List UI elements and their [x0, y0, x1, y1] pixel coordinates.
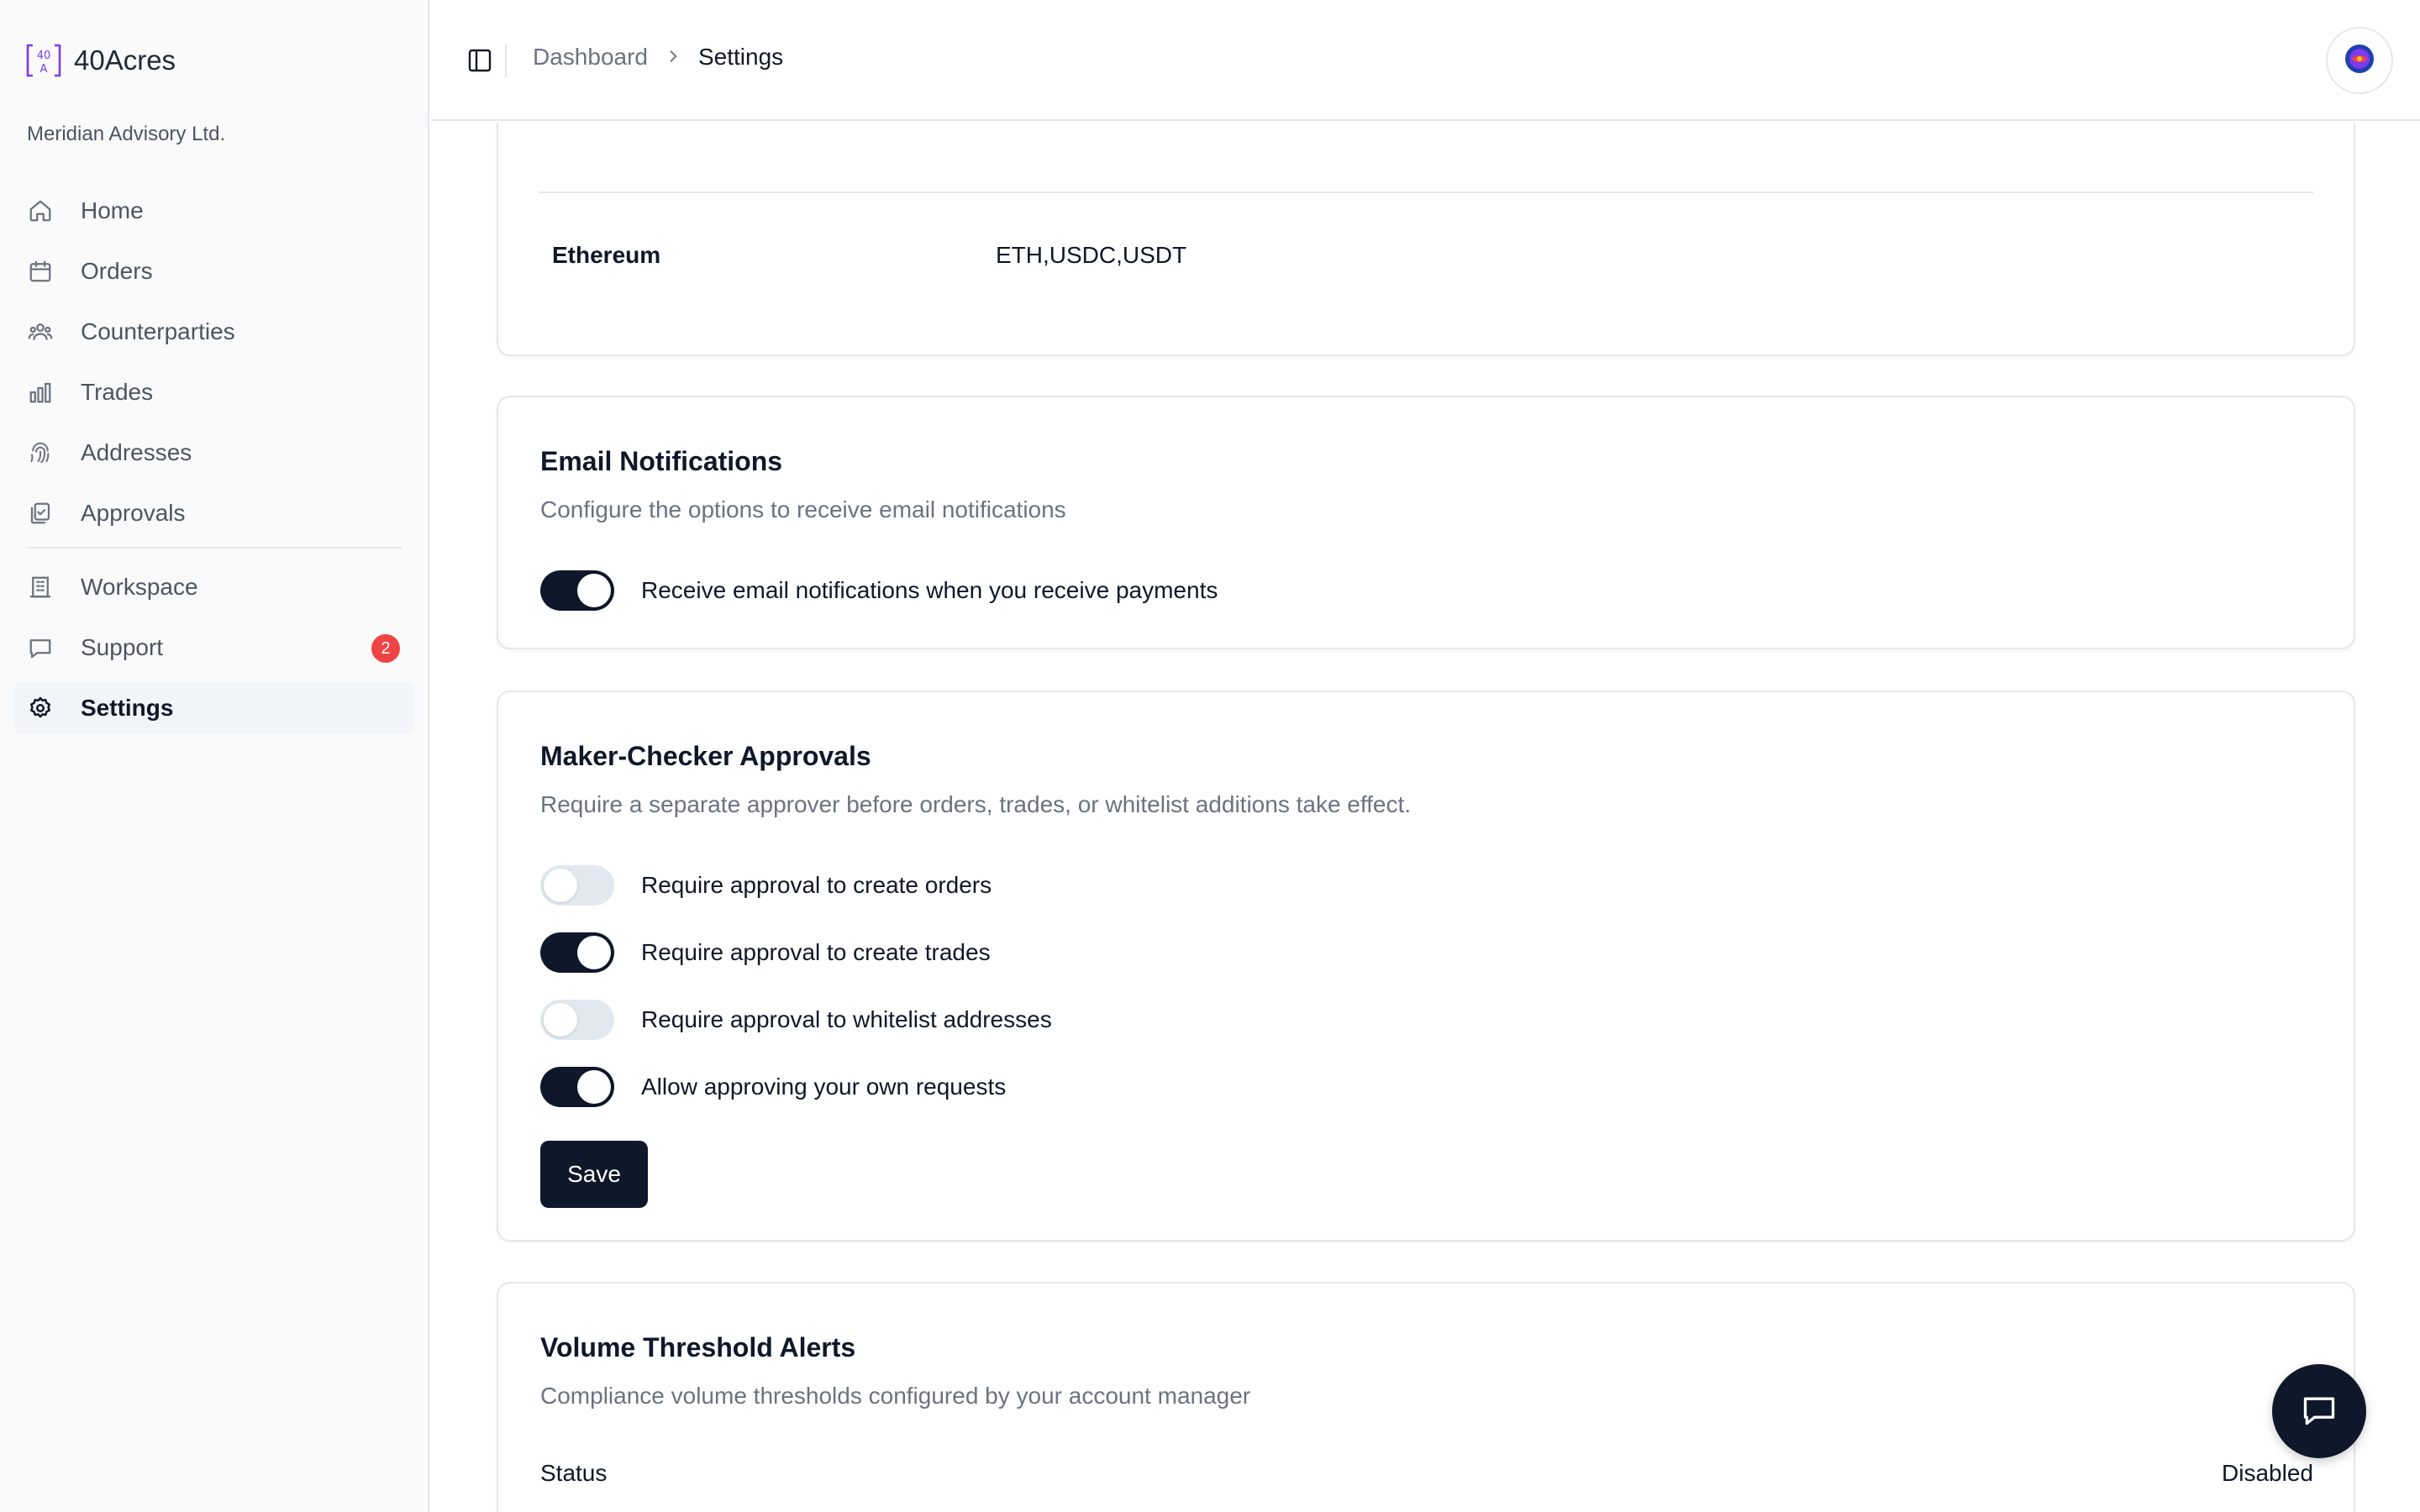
organization-name: Meridian Advisory Ltd. [27, 123, 226, 145]
gear-icon [27, 695, 54, 722]
volume-threshold-card: Volume Threshold Alerts Compliance volum… [497, 1282, 2355, 1512]
toggle-knob [577, 574, 611, 607]
toggle-knob [544, 1003, 577, 1037]
sidebar-item-label: Counterparties [81, 318, 235, 344]
sidebar-item-label: Orders [81, 258, 153, 284]
status-value: Disabled [2222, 1460, 2313, 1486]
maker-checker-card: Maker-Checker Approvals Require a separa… [497, 690, 2355, 1242]
toggle-row: Require approval to create orders [540, 864, 992, 907]
top-header: Dashboard Settings [431, 0, 2420, 121]
sidebar-item-trades[interactable]: Trades [13, 365, 415, 419]
settings-main: Ethereum ETH,USDC,USDT Email Notificatio… [431, 123, 2420, 1512]
avatar-icon [2344, 44, 2375, 78]
sidebar-item-settings[interactable]: Settings [13, 681, 415, 735]
toggle-label: Allow approving your own requests [641, 1074, 1007, 1100]
brand[interactable]: 40 A 40Acres [25, 42, 176, 79]
breadcrumb-dashboard[interactable]: Dashboard [533, 44, 648, 71]
toggle-knob [577, 1070, 611, 1104]
sidebar-item-label: Workspace [81, 574, 198, 600]
bar-chart-icon [27, 379, 54, 406]
user-avatar-button[interactable] [2326, 27, 2393, 94]
card-subtitle: Configure the options to receive email n… [540, 496, 1066, 522]
email-notifications-card: Email Notifications Configure the option… [497, 396, 2355, 649]
toggle-label: Require approval to whitelist addresses [641, 1006, 1052, 1032]
sidebar-item-approvals[interactable]: Approvals [13, 486, 415, 540]
sidebar-divider [27, 547, 402, 549]
toggle-label: Require approval to create trades [641, 939, 991, 965]
sidebar-item-label: Settings [81, 695, 174, 721]
brand-name: 40Acres [74, 45, 176, 76]
clipboard-check-icon [27, 500, 54, 527]
breadcrumb-settings: Settings [697, 44, 784, 70]
approval-trades-toggle[interactable] [540, 932, 614, 973]
save-button[interactable]: Save [540, 1141, 648, 1208]
card-subtitle: Compliance volume thresholds configured … [540, 1383, 1251, 1409]
building-icon [27, 574, 54, 601]
sidebar-item-workspace[interactable]: Workspace [13, 560, 415, 614]
status-label: Status [540, 1460, 608, 1486]
toggle-row: Allow approving your own requests [540, 1065, 1006, 1109]
users-icon [27, 318, 54, 345]
chat-bubble-icon [2301, 1391, 2338, 1432]
sidebar-nav: Home Orders Counterparties Trades Addres… [13, 184, 415, 742]
toggle-row: Require approval to whitelist addresses [540, 998, 1052, 1042]
sidebar-item-label: Approvals [81, 500, 186, 526]
svg-text:40: 40 [37, 50, 51, 62]
sidebar-item-home[interactable]: Home [13, 184, 415, 238]
table-row: Ethereum ETH,USDC,USDT [552, 242, 1186, 269]
toggle-row: Receive email notifications when you rec… [540, 569, 1218, 612]
approval-whitelist-toggle[interactable] [540, 1000, 614, 1040]
fingerprint-icon [27, 439, 54, 466]
sidebar-item-label: Trades [81, 379, 154, 405]
sidebar-item-orders[interactable]: Orders [13, 244, 415, 298]
network-tokens: ETH,USDC,USDT [996, 242, 1187, 268]
card-subtitle: Require a separate approver before order… [540, 791, 1412, 817]
sidebar-toggle-icon[interactable] [466, 47, 493, 74]
toggle-label: Require approval to create orders [641, 872, 992, 898]
email-payments-toggle[interactable] [540, 570, 614, 611]
home-icon [27, 197, 54, 224]
brand-logo-icon: 40 A [25, 42, 62, 79]
toggle-knob [577, 936, 611, 969]
network-name: Ethereum [552, 242, 661, 268]
support-notification-badge: 2 [371, 634, 400, 663]
breadcrumb: Dashboard Settings [533, 44, 783, 71]
sidebar-item-addresses[interactable]: Addresses [13, 426, 415, 480]
approval-orders-toggle[interactable] [540, 865, 614, 906]
sidebar-item-label: Home [81, 197, 144, 223]
sidebar-item-support[interactable]: Support 2 [13, 621, 415, 675]
card-title: Volume Threshold Alerts [540, 1332, 856, 1362]
card-title: Maker-Checker Approvals [540, 741, 871, 771]
toggle-label: Receive email notifications when you rec… [641, 577, 1218, 603]
sidebar: 40 A 40Acres Meridian Advisory Ltd. Home… [0, 0, 429, 1512]
sidebar-item-counterparties[interactable]: Counterparties [13, 305, 415, 359]
chevron-right-icon [665, 44, 681, 71]
card-title: Email Notifications [540, 446, 783, 476]
sidebar-item-label: Support [81, 634, 164, 660]
networks-card: Ethereum ETH,USDC,USDT [497, 123, 2355, 356]
message-square-icon [27, 634, 54, 661]
sidebar-item-label: Addresses [81, 439, 192, 465]
table-divider [539, 192, 2313, 193]
header-divider [505, 44, 507, 77]
chat-support-button[interactable] [2272, 1364, 2366, 1458]
approve-own-requests-toggle[interactable] [540, 1067, 614, 1107]
calendar-icon [27, 258, 54, 285]
toggle-row: Require approval to create trades [540, 931, 991, 974]
svg-text:A: A [40, 63, 48, 76]
toggle-knob [544, 869, 577, 902]
